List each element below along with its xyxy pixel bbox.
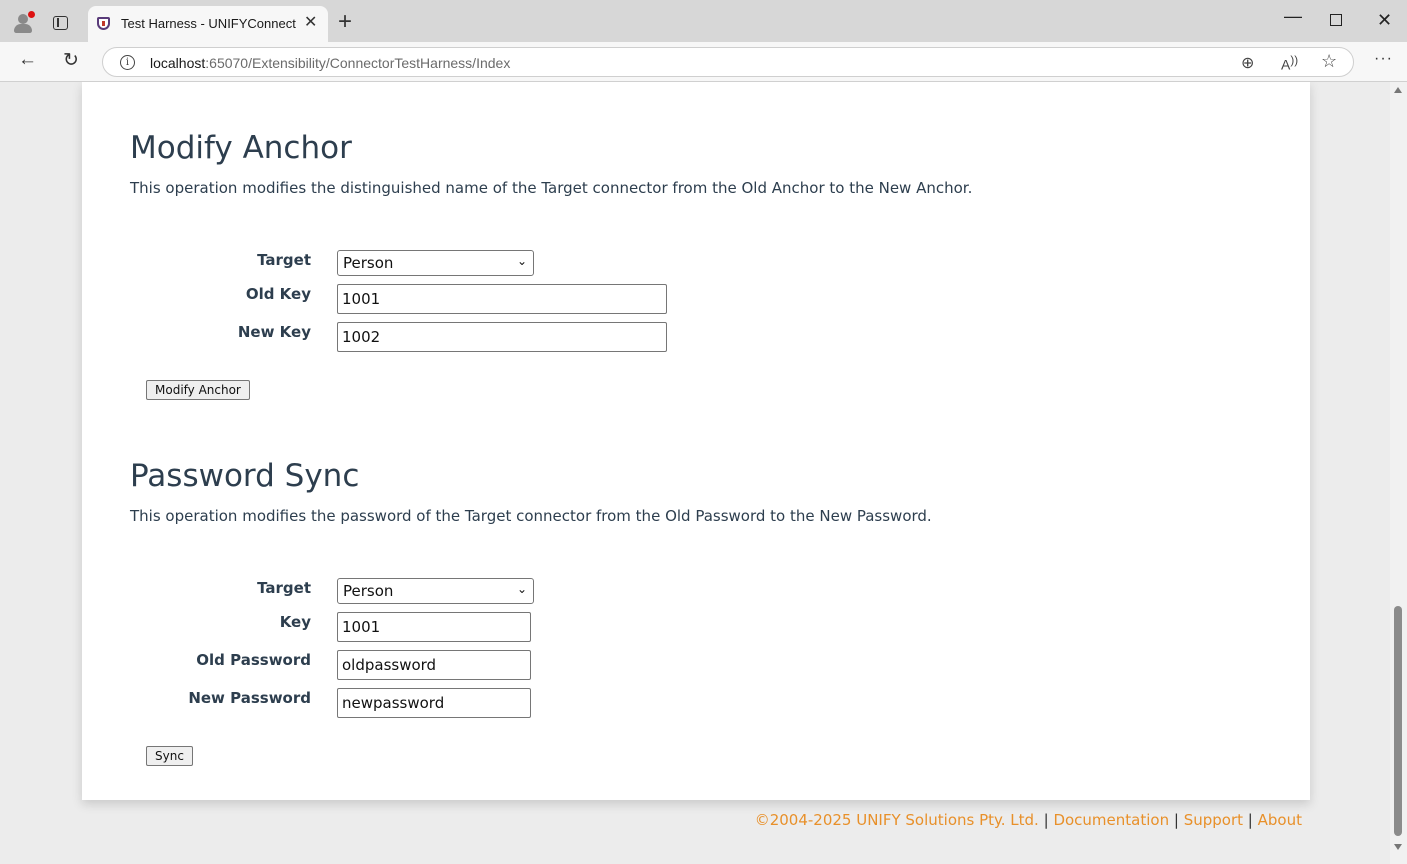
settings-menu-icon[interactable]: ···: [1374, 50, 1393, 68]
reload-icon[interactable]: ↻: [63, 49, 79, 72]
password-sync-title: Password Sync: [130, 458, 360, 494]
footer-separator: |: [1173, 811, 1179, 829]
modify-anchor-description: This operation modifies the distinguishe…: [130, 179, 973, 197]
browser-tab[interactable]: Test Harness - UNIFYConnect ✕: [88, 6, 328, 42]
read-aloud-icon[interactable]: A)): [1281, 54, 1298, 73]
chevron-down-icon: ⌄: [516, 254, 527, 268]
unify-favicon-icon: [97, 17, 110, 30]
new-password-input[interactable]: newpassword: [337, 688, 531, 718]
scroll-down-arrow-icon[interactable]: [1394, 844, 1402, 850]
sync-button[interactable]: Sync: [146, 746, 193, 766]
key-label: Key: [279, 613, 311, 631]
password-sync-target-select[interactable]: Person ⌄: [337, 578, 534, 604]
password-sync-description: This operation modifies the password of …: [130, 507, 932, 525]
footer-separator: |: [1043, 811, 1049, 829]
address-bar[interactable]: i localhost:65070/Extensibility/Connecto…: [102, 47, 1354, 77]
old-password-input[interactable]: oldpassword: [337, 650, 531, 680]
url-text[interactable]: localhost:65070/Extensibility/ConnectorT…: [150, 55, 510, 71]
key-input[interactable]: 1001: [337, 612, 531, 642]
modify-anchor-title: Modify Anchor: [130, 130, 352, 166]
back-arrow-icon[interactable]: ←: [18, 49, 37, 71]
minimize-icon[interactable]: —: [1284, 6, 1302, 27]
tab-actions-icon[interactable]: [53, 16, 68, 30]
site-info-icon[interactable]: i: [120, 55, 135, 70]
new-password-label: New Password: [188, 689, 311, 707]
support-link[interactable]: Support: [1184, 811, 1243, 829]
new-key-label: New Key: [237, 323, 311, 341]
page-viewport: Modify Anchor This operation modifies th…: [0, 82, 1390, 864]
scrollbar-thumb[interactable]: [1394, 606, 1402, 836]
content-card: Modify Anchor This operation modifies th…: [82, 82, 1310, 800]
window-close-icon[interactable]: ✕: [1377, 10, 1392, 31]
tab-title: Test Harness - UNIFYConnect: [121, 16, 296, 31]
favorite-star-icon[interactable]: ☆: [1321, 51, 1337, 72]
zoom-icon[interactable]: ⊕: [1241, 53, 1254, 73]
old-key-label: Old Key: [245, 285, 311, 303]
footer-separator: |: [1247, 811, 1253, 829]
page-scrollbar[interactable]: [1390, 82, 1407, 864]
password-sync-target-label: Target: [257, 579, 311, 597]
documentation-link[interactable]: Documentation: [1053, 811, 1169, 829]
browser-titlebar: Test Harness - UNIFYConnect ✕ + — ✕: [0, 0, 1407, 42]
modify-anchor-target-label: Target: [257, 251, 311, 269]
old-password-label: Old Password: [196, 651, 311, 669]
tab-close-icon[interactable]: ✕: [304, 12, 317, 32]
maximize-icon[interactable]: [1330, 14, 1342, 26]
new-key-input[interactable]: 1002: [337, 322, 667, 352]
new-tab-icon[interactable]: +: [338, 10, 352, 34]
modify-anchor-target-select[interactable]: Person ⌄: [337, 250, 534, 276]
old-key-input[interactable]: 1001: [337, 284, 667, 314]
page-footer: ©2004-2025 UNIFY Solutions Pty. Ltd. | D…: [755, 811, 1302, 829]
copyright-link[interactable]: ©2004-2025 UNIFY Solutions Pty. Ltd.: [755, 811, 1039, 829]
browser-toolbar: ← ↻ i localhost:65070/Extensibility/Conn…: [0, 42, 1407, 82]
about-link[interactable]: About: [1258, 811, 1302, 829]
chevron-down-icon: ⌄: [516, 582, 527, 596]
scroll-up-arrow-icon[interactable]: [1394, 87, 1402, 93]
modify-anchor-button[interactable]: Modify Anchor: [146, 380, 250, 400]
profile-icon[interactable]: [12, 11, 35, 34]
